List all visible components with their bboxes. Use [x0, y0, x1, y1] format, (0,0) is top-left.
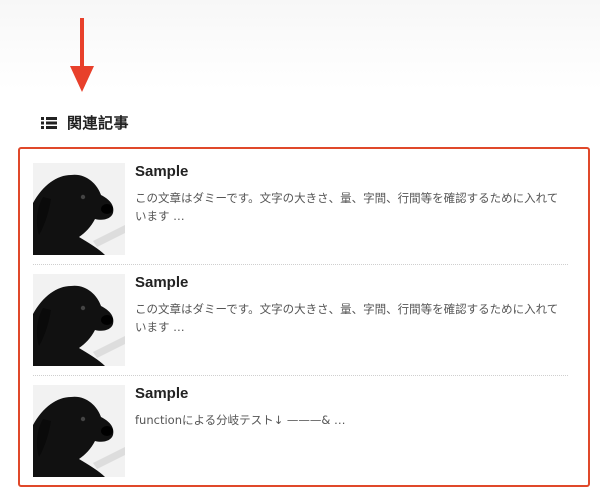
- list-icon: [41, 116, 57, 129]
- post-title[interactable]: Sample: [135, 385, 188, 402]
- post-excerpt: functionによる分岐テスト↓ ———& …: [135, 413, 346, 427]
- related-post-card[interactable]: Sample この文章はダミーです。文字の大きさ、量、字間、行間等を確認するため…: [33, 149, 568, 265]
- related-posts-heading: 関連記事: [41, 112, 129, 133]
- dog-thumbnail-image[interactable]: [33, 163, 125, 255]
- page: 関連記事 Sample この文章はダミーです。文字の大きさ、量、字間、行間等を確…: [0, 0, 600, 493]
- dog-thumbnail-image[interactable]: [33, 274, 125, 366]
- red-arrow-annotation-icon: [70, 18, 94, 92]
- related-post-card[interactable]: Sample functionによる分岐テスト↓ ———& …: [33, 371, 568, 487]
- heading-title: 関連記事: [67, 114, 130, 132]
- post-title[interactable]: Sample: [135, 163, 188, 180]
- related-posts-list: Sample この文章はダミーです。文字の大きさ、量、字間、行間等を確認するため…: [18, 147, 590, 487]
- post-excerpt: この文章はダミーです。文字の大きさ、量、字間、行間等を確認するために入れています…: [135, 191, 559, 223]
- related-post-card[interactable]: Sample この文章はダミーです。文字の大きさ、量、字間、行間等を確認するため…: [33, 260, 568, 376]
- dog-thumbnail-image[interactable]: [33, 385, 125, 477]
- post-title[interactable]: Sample: [135, 274, 188, 291]
- post-excerpt: この文章はダミーです。文字の大きさ、量、字間、行間等を確認するために入れています…: [135, 302, 559, 334]
